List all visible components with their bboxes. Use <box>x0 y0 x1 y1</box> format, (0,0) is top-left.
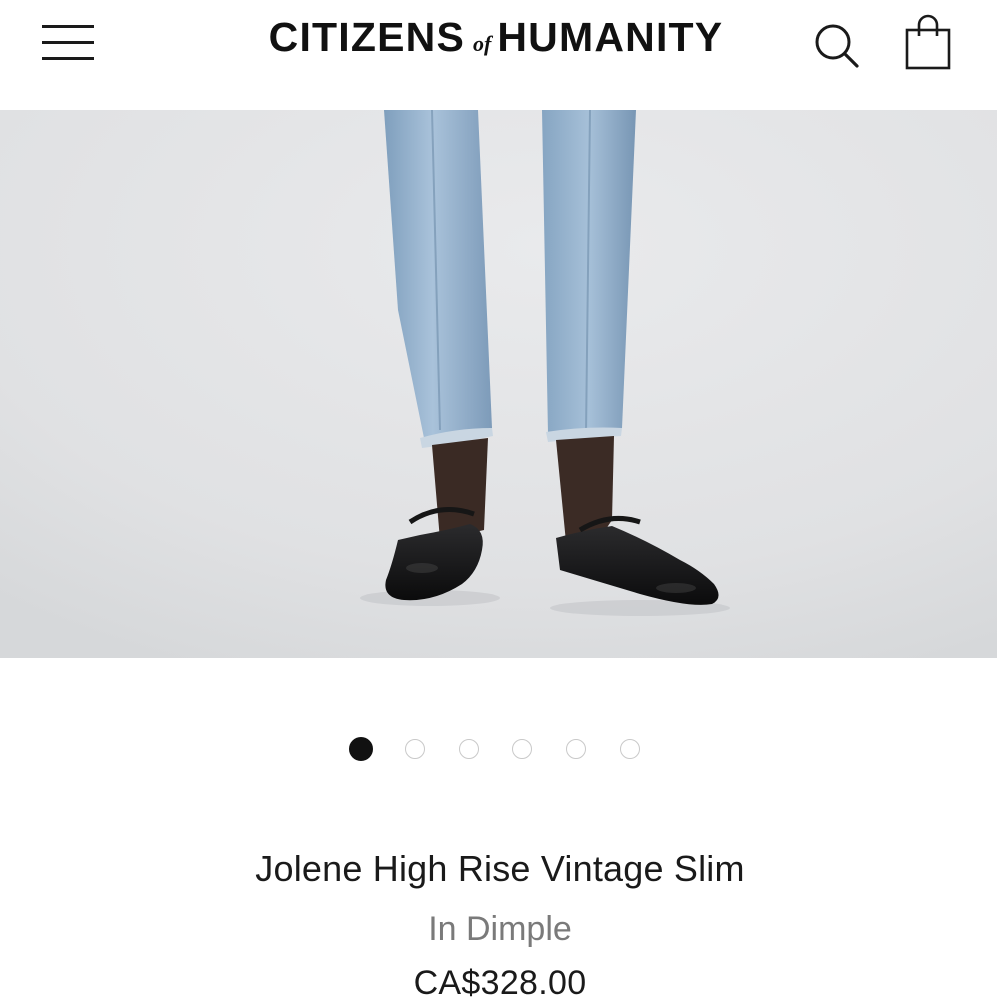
logo-word-citizens: CITIZENS <box>268 14 466 60</box>
menu-button[interactable] <box>40 22 96 64</box>
product-price: CA$328.00 <box>413 964 587 1000</box>
product-photo-jeans-and-shoes <box>0 110 997 658</box>
product-image[interactable] <box>0 110 997 658</box>
product-variant: In Dimple <box>428 910 572 948</box>
hamburger-menu-icon <box>42 25 94 28</box>
carousel-dot-2[interactable] <box>405 739 425 759</box>
product-title: Jolene High Rise Vintage Slim <box>255 848 745 889</box>
carousel-dot-4[interactable] <box>512 739 532 759</box>
product-page: CITIZENS of HUMANITY Jolene High Rise Vi… <box>0 0 1000 1000</box>
site-header: CITIZENS of HUMANITY <box>0 0 1000 110</box>
logo-word-humanity: HUMANITY <box>497 14 724 60</box>
carousel-dot-1[interactable] <box>349 737 373 761</box>
image-carousel-dots <box>0 737 1000 764</box>
shopping-bag-icon <box>905 14 951 70</box>
search-button[interactable] <box>810 20 864 70</box>
brand-logo[interactable]: CITIZENS of HUMANITY <box>238 14 754 64</box>
search-icon <box>815 24 859 68</box>
carousel-dot-3[interactable] <box>459 739 479 759</box>
logo-word-of: of <box>473 31 492 56</box>
carousel-dot-6[interactable] <box>620 739 640 759</box>
carousel-dot-5[interactable] <box>566 739 586 759</box>
cart-button[interactable] <box>902 14 954 72</box>
